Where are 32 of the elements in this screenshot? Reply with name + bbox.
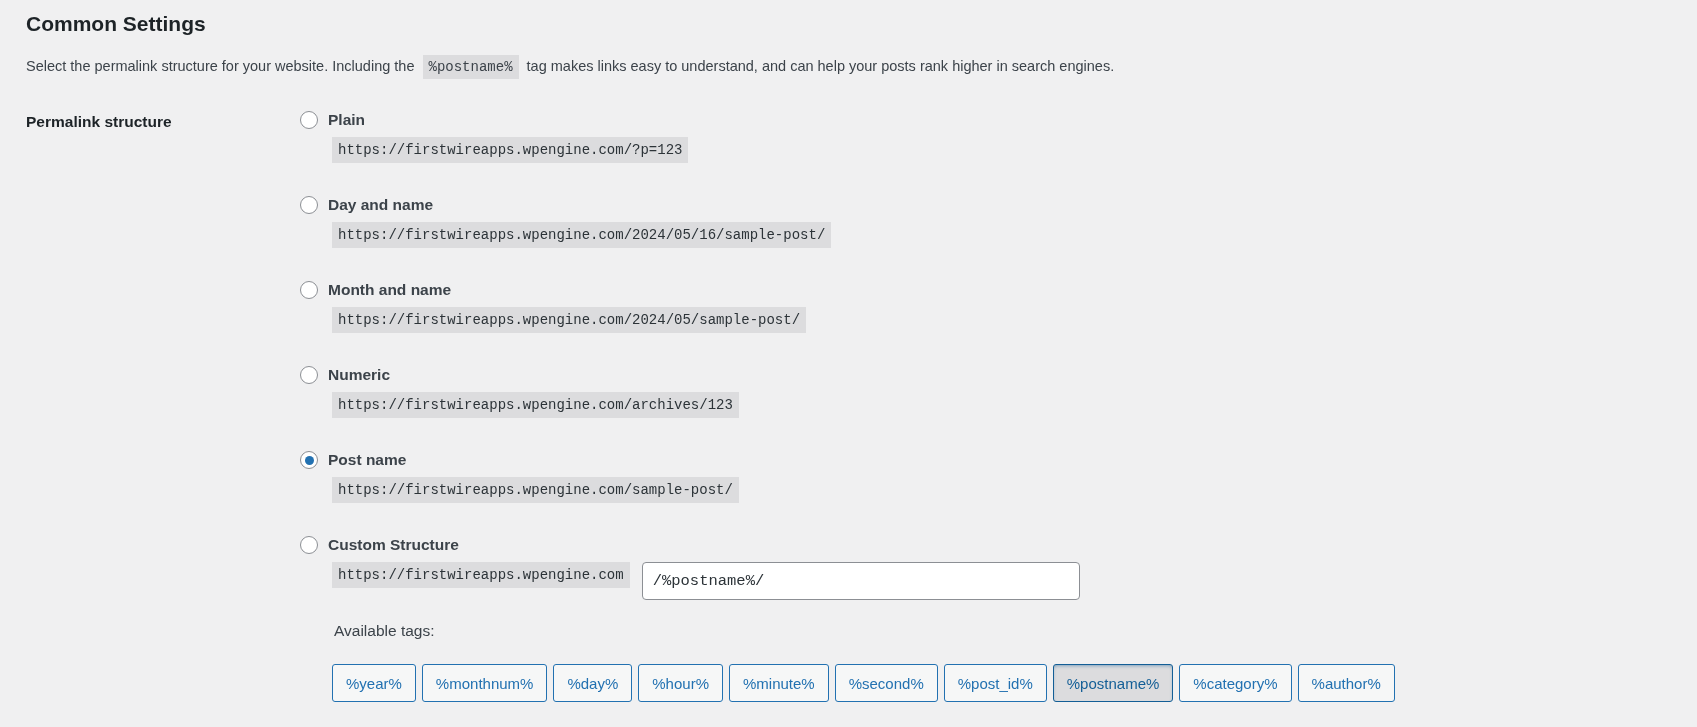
option-label[interactable]: Post name [328,451,407,469]
example-url: https://firstwireapps.wpengine.com/archives/123 [332,392,739,418]
tag-button[interactable]: %postname% [1052,664,1174,702]
radio-button[interactable] [300,451,318,469]
field-label: Permalink structure [26,112,173,131]
radio-button[interactable] [300,366,318,384]
example-url: https://firstwireapps.wpengine.com/?p=123 [332,137,689,163]
tag-button[interactable]: %day% [553,664,633,702]
radio-button[interactable] [300,281,318,299]
url-prefix: https://firstwireapps.wpengine.com [332,562,630,588]
option-label[interactable]: Plain [328,111,366,129]
tags-label: Available tags: [334,622,435,640]
option-label[interactable]: Day and name [328,196,434,214]
custom-structure-field[interactable]: /%postname%/ [641,562,1080,600]
example-url: https://firstwireapps.wpengine.com/sample-post/ [332,477,739,503]
radio-button[interactable] [300,536,318,554]
radio-button[interactable] [300,196,318,214]
tag-button[interactable]: %second% [834,664,938,702]
tag-button[interactable]: %hour% [638,664,723,702]
option-label[interactable]: Numeric [328,366,391,384]
example-url: https://firstwireapps.wpengine.com/2024/05/16/sample-post/ [332,222,832,248]
tag-button[interactable]: %post_id% [943,664,1047,702]
radio-button[interactable] [300,111,318,129]
tag-button[interactable]: %category% [1179,664,1292,702]
tag-button[interactable]: %year% [332,664,416,702]
tag-button[interactable]: %author% [1297,664,1395,702]
tag-button[interactable]: %monthnum% [421,664,548,702]
option-label[interactable]: Custom Structure [328,536,459,554]
example-url: https://firstwireapps.wpengine.com/2024/05/sample-post/ [332,307,807,333]
section-heading: Common Settings [26,12,206,36]
tag-button[interactable]: %minute% [728,664,829,702]
option-label[interactable]: Month and name [328,281,452,299]
